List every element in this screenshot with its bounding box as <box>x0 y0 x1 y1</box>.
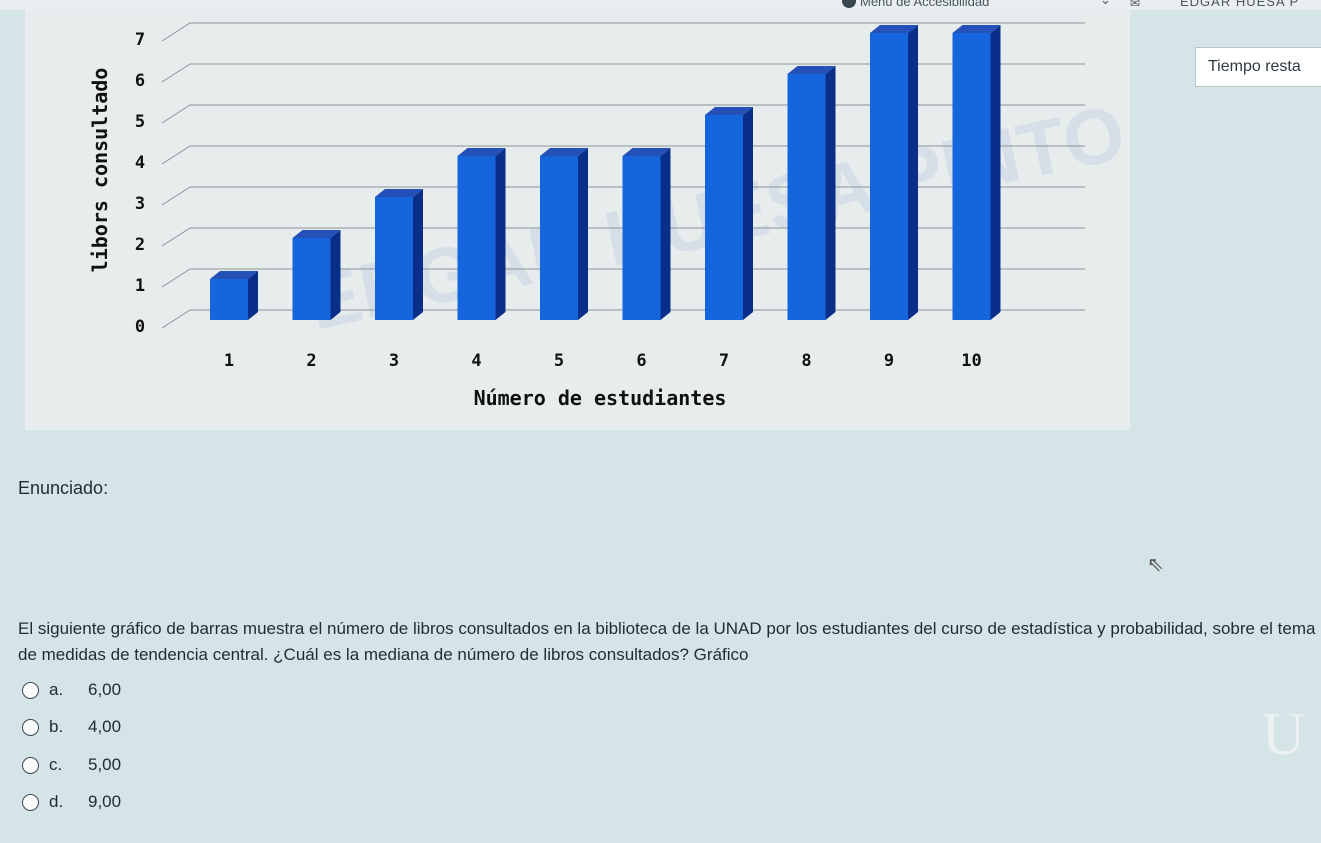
bar-chart-panel: EDGAR HUESA PINTO01234567libors consulta… <box>25 10 1130 430</box>
unad-logo-icon: U <box>1262 701 1306 767</box>
bar <box>705 115 743 320</box>
y-tick-label: 5 <box>135 112 145 132</box>
grid-diagonal <box>161 22 191 42</box>
bar-side <box>413 189 423 320</box>
bar-side <box>990 25 1001 320</box>
x-tick-label: 6 <box>636 351 646 371</box>
radio-button[interactable] <box>22 719 39 736</box>
bar <box>952 33 991 320</box>
x-tick-label: 9 <box>884 351 894 371</box>
y-tick-label: 7 <box>135 30 145 50</box>
time-remaining-box: Tiempo resta <box>1195 47 1321 87</box>
grid-diagonal <box>161 268 191 288</box>
grid-diagonal <box>161 104 191 124</box>
bar-side <box>908 25 918 320</box>
bar-side <box>330 230 341 320</box>
user-name[interactable]: EDGAR HUESA P <box>1180 0 1299 9</box>
grid-diagonal <box>161 63 191 83</box>
radio-button[interactable] <box>22 682 39 699</box>
option-letter: d. <box>49 792 64 811</box>
accessibility-icon[interactable] <box>842 0 856 8</box>
radio-button[interactable] <box>22 794 39 811</box>
x-tick-label: 3 <box>389 351 399 371</box>
bar-side <box>248 271 258 320</box>
bar <box>622 156 661 320</box>
x-tick-label: 2 <box>306 351 316 371</box>
question-text: El siguiente gráfico de barras muestra e… <box>18 619 1316 664</box>
grid-diagonal <box>161 145 191 165</box>
mouse-cursor-icon: ⇖ <box>1147 554 1164 576</box>
y-tick-label: 0 <box>135 317 145 337</box>
x-tick-label: 10 <box>961 351 981 371</box>
bar <box>457 156 496 320</box>
radio-button[interactable] <box>22 757 39 774</box>
option-d[interactable]: d. 9,00 <box>22 792 202 814</box>
grid-diagonal <box>161 227 191 247</box>
option-value: 4,00 <box>88 717 122 736</box>
bar-side <box>825 66 836 320</box>
y-tick-label: 3 <box>135 194 145 214</box>
option-letter: c. <box>49 755 63 774</box>
option-letter: b. <box>49 717 64 736</box>
x-tick-label: 1 <box>224 351 234 371</box>
bar-side <box>495 148 506 320</box>
question-heading: Enunciado: <box>18 478 109 498</box>
y-tick-label: 2 <box>135 235 145 255</box>
option-value: 9,00 <box>88 792 122 811</box>
bar <box>210 279 248 320</box>
bar-chart: EDGAR HUESA PINTO01234567libors consulta… <box>88 22 1130 410</box>
y-tick-label: 4 <box>135 153 145 173</box>
option-a[interactable]: a. 6,00 <box>22 680 202 702</box>
x-tick-label: 7 <box>719 351 729 371</box>
accessibility-menu[interactable]: Menú de Accesibilidad <box>860 0 989 9</box>
mail-icon[interactable]: ✉ <box>1130 0 1140 10</box>
option-value: 5,00 <box>88 755 122 774</box>
time-remaining-label: Tiempo resta <box>1208 58 1301 75</box>
top-bar: Menú de Accesibilidad ⌄ ✉ EDGAR HUESA P <box>0 0 1321 10</box>
bar <box>375 197 413 320</box>
option-b[interactable]: b. 4,00 <box>22 717 202 739</box>
y-tick-label: 6 <box>135 71 145 91</box>
option-letter: a. <box>49 680 64 699</box>
option-value: 6,00 <box>88 680 122 699</box>
grid-diagonal <box>161 186 191 206</box>
bar <box>540 156 578 320</box>
bar <box>870 33 908 320</box>
chevron-down-icon[interactable]: ⌄ <box>1100 0 1111 8</box>
option-c[interactable]: c. 5,00 <box>22 755 202 777</box>
y-axis-label: libors consultado <box>88 68 112 273</box>
bar-side <box>578 148 588 320</box>
bar <box>787 74 826 320</box>
bar <box>292 238 331 320</box>
x-tick-label: 8 <box>801 351 811 371</box>
x-tick-label: 4 <box>471 351 481 371</box>
x-tick-label: 5 <box>554 351 564 371</box>
y-tick-label: 1 <box>135 276 145 296</box>
bar-side <box>743 107 753 320</box>
grid-diagonal <box>161 309 191 329</box>
bar-side <box>660 148 671 320</box>
x-axis-label: Número de estudiantes <box>474 386 727 410</box>
